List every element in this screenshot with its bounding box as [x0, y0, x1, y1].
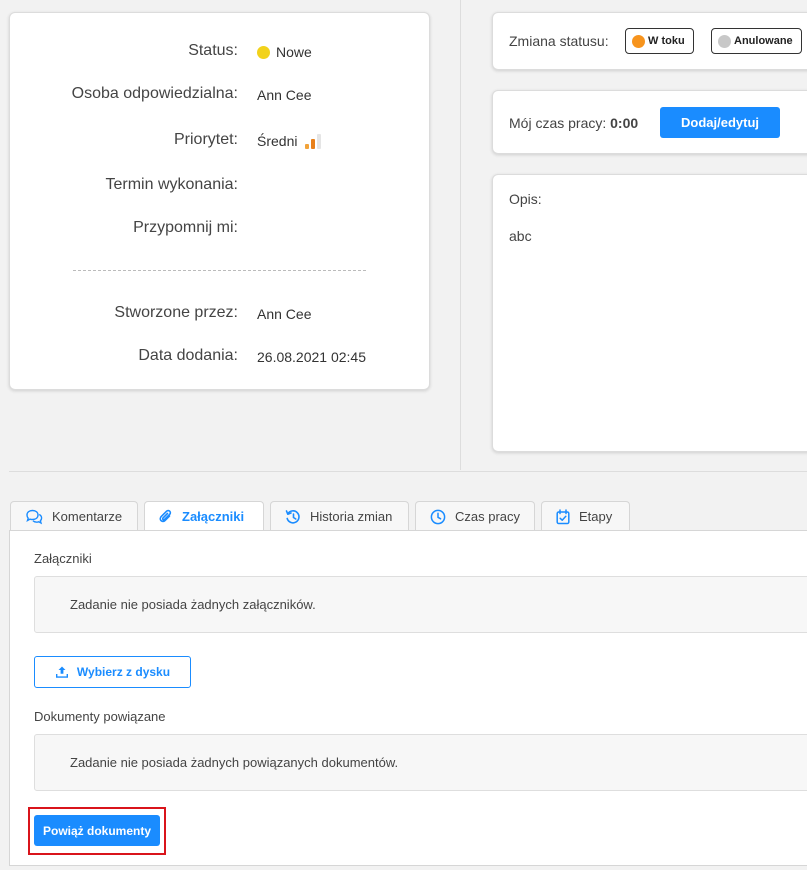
add-edit-time-button[interactable]: Dodaj/edytuj [660, 107, 780, 138]
orange-dot-icon [632, 34, 645, 48]
grey-dot-icon [718, 34, 731, 48]
upload-icon [55, 666, 68, 678]
task-info-card: Status: Nowe Osoba odpowiedzialna: Ann C… [9, 12, 430, 390]
priority-row: Priorytet: Średni [10, 131, 429, 153]
priority-text: Średni [257, 133, 298, 149]
vertical-divider [460, 0, 461, 470]
tab-stages[interactable]: Etapy [541, 501, 630, 531]
reminder-row: Przypomnij mi: [10, 219, 429, 241]
comments-icon [26, 509, 43, 524]
calendar-check-icon [556, 508, 570, 524]
tab-work-time-label: Czas pracy [455, 509, 521, 524]
status-label: Status: [188, 42, 238, 59]
tab-history-label: Historia zmian [310, 509, 393, 524]
choose-from-disk-button[interactable]: Wybierz z dysku [34, 656, 191, 688]
created-by-row: Stworzone przez: Ann Cee [10, 304, 429, 326]
tab-attachments-label: Załączniki [182, 509, 245, 524]
priority-value: Średni [257, 133, 322, 149]
related-docs-title: Dokumenty powiązane [34, 709, 166, 724]
tab-stages-label: Etapy [579, 509, 613, 524]
tab-attachments[interactable]: Załączniki [144, 501, 264, 531]
history-icon [285, 509, 300, 524]
responsible-value: Ann Cee [257, 87, 312, 103]
work-time-label-text: Mój czas pracy: [509, 115, 607, 131]
status-cancelled-button[interactable]: Anulowane [711, 28, 802, 54]
date-added-row: Data dodania: 26.08.2021 02:45 [10, 347, 429, 369]
dashed-divider [73, 270, 366, 271]
status-change-label: Zmiana statusu: [509, 33, 609, 49]
status-in-progress-label: W toku [648, 35, 685, 47]
priority-bars-icon [305, 133, 322, 149]
responsible-label: Osoba odpowiedzialna: [71, 85, 238, 102]
work-time-label: Mój czas pracy: 0:00 [509, 115, 638, 131]
status-cancelled-label: Anulowane [734, 35, 793, 47]
status-in-progress-button[interactable]: W toku [625, 28, 694, 54]
paperclip-icon [159, 509, 172, 522]
status-value: Nowe [257, 44, 312, 60]
attachments-empty-box: Zadanie nie posiada żadnych załączników. [34, 576, 807, 633]
tab-comments-label: Komentarze [52, 509, 123, 524]
tab-work-time[interactable]: Czas pracy [415, 501, 535, 531]
work-time-value: 0:00 [610, 115, 639, 131]
created-by-label: Stworzone przez: [114, 304, 238, 321]
reminder-label: Przypomnij mi: [133, 219, 238, 236]
date-added-label: Data dodania: [138, 347, 238, 364]
status-change-card: Zmiana statusu: W toku Anulowane [492, 12, 807, 70]
description-label: Opis: [509, 191, 542, 207]
description-card: Opis: abc [492, 174, 807, 452]
status-row: Status: Nowe [10, 42, 429, 64]
tab-history[interactable]: Historia zmian [270, 501, 409, 531]
status-text: Nowe [276, 44, 312, 60]
created-by-value: Ann Cee [257, 306, 312, 322]
date-added-value: 26.08.2021 02:45 [257, 349, 366, 365]
related-docs-empty-box: Zadanie nie posiada żadnych powiązanych … [34, 734, 807, 791]
link-documents-button[interactable]: Powiąż dokumenty [34, 815, 160, 846]
deadline-label: Termin wykonania: [105, 176, 239, 193]
clock-icon [430, 509, 446, 524]
horizontal-divider [9, 471, 807, 472]
description-text: abc [509, 228, 532, 244]
priority-label: Priorytet: [173, 131, 238, 148]
attachments-panel: Załączniki Zadanie nie posiada żadnych z… [9, 530, 807, 866]
deadline-row: Termin wykonania: [10, 176, 429, 198]
attachments-empty-text: Zadanie nie posiada żadnych załączników. [70, 597, 316, 612]
related-docs-empty-text: Zadanie nie posiada żadnych powiązanych … [70, 755, 399, 770]
responsible-row: Osoba odpowiedzialna: Ann Cee [10, 85, 429, 107]
attachments-title: Załączniki [34, 551, 92, 566]
tab-comments[interactable]: Komentarze [10, 501, 138, 531]
choose-from-disk-label: Wybierz z dysku [76, 665, 171, 679]
status-dot-icon [257, 45, 270, 59]
work-time-card: Mój czas pracy: 0:00 Dodaj/edytuj [492, 90, 807, 154]
